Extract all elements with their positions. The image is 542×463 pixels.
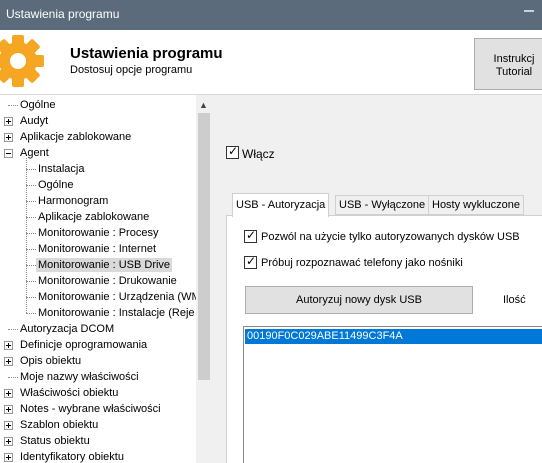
tree-item-label: Właściwości obiektu	[20, 387, 119, 399]
tree-item-label: Instalacja	[38, 163, 85, 175]
tree-connector	[26, 265, 36, 266]
tree-guide-line	[26, 158, 27, 313]
gear-icon	[0, 35, 44, 87]
tree-item-label: Monitorowanie : Internet	[38, 243, 157, 255]
instructions-button[interactable]: Instrukcj Tutorial	[474, 38, 542, 90]
window-titlebar: Ustawienia programu	[0, 0, 542, 30]
minimize-button[interactable]	[524, 10, 534, 12]
tree-item-label: Audyt	[20, 115, 49, 127]
tree-item-label: Notes - wybrane właściwości	[20, 403, 161, 415]
tree-item-label: Aplikacje zablokowane	[20, 131, 132, 143]
expand-icon[interactable]	[4, 421, 13, 430]
enable-checkbox[interactable]	[226, 144, 239, 159]
tree-item-label: Opis obiektu	[20, 355, 82, 367]
tab-usb-disabled[interactable]: USB - Wyłączone	[335, 195, 430, 215]
page-title: Ustawienia programu	[70, 45, 223, 62]
tree-connector	[26, 233, 36, 234]
tree-item-label: Agent	[20, 147, 49, 159]
tree-connector	[8, 329, 18, 330]
header: Ustawienia programu Dostosuj opcje progr…	[0, 30, 542, 94]
page-subtitle: Dostosuj opcje programu	[70, 64, 193, 76]
tree-item-label: Harmonogram	[38, 195, 109, 207]
tree-connector	[26, 313, 36, 314]
tree-item-label: Aplikacje zablokowane	[38, 211, 150, 223]
authorized-disks-list[interactable]: 00190F0C029ABE11499C3F4A	[243, 326, 542, 463]
expand-icon[interactable]	[4, 437, 13, 446]
tree-connector	[8, 377, 18, 378]
tree-connector	[26, 217, 36, 218]
instructions-label-line2: Tutorial	[495, 66, 533, 78]
expand-icon[interactable]	[4, 133, 13, 142]
tree-item-label: Ogólne	[38, 179, 74, 191]
expand-icon[interactable]	[4, 341, 13, 350]
authorize-usb-button[interactable]: Autoryzuj nowy dysk USB	[245, 286, 473, 314]
expand-icon[interactable]	[4, 389, 13, 398]
count-label: Ilość	[503, 294, 526, 306]
authorized-only-checkbox[interactable]	[244, 228, 257, 243]
tree-connector	[26, 297, 36, 298]
tree-item-label: Monitorowanie : USB Drive	[36, 258, 173, 272]
tree-item-label: Definicje oprogramowania	[20, 339, 148, 351]
expand-icon[interactable]	[4, 453, 13, 462]
expand-icon[interactable]	[4, 405, 13, 414]
enable-label: Włącz	[242, 147, 275, 161]
expand-icon[interactable]	[4, 117, 13, 126]
tree-item-label: Monitorowanie : Drukowanie	[38, 275, 177, 287]
authorized-only-label: Pozwól na użycie tylko autoryzowanych dy…	[261, 231, 520, 243]
instructions-label-line1: Instrukcj	[493, 53, 535, 65]
tree-scrollbar[interactable]: ▲	[196, 95, 212, 463]
tree-item-label: Identyfikatory obiektu	[20, 451, 124, 463]
scrollbar-thumb[interactable]	[198, 113, 210, 380]
tree-item-label: Szablon obiektu	[20, 419, 99, 431]
list-item[interactable]: 00190F0C029ABE11499C3F4A	[245, 329, 542, 344]
tree-item-label: Autoryzacja DCOM	[20, 323, 115, 335]
tree-item-label: Monitorowanie : Procesy	[38, 227, 159, 239]
tree-connector	[26, 281, 36, 282]
scroll-up-icon[interactable]: ▲	[199, 100, 208, 110]
collapse-icon[interactable]	[4, 149, 13, 158]
settings-tree[interactable]: Ogólne Audyt Aplikacje zablokowane Agent Ins…	[0, 95, 196, 463]
tab-excluded-hosts[interactable]: Hosty wykluczone	[428, 195, 525, 215]
tree-item-label: Status obiektu	[20, 435, 90, 447]
tree-item-label: Ogólne	[20, 99, 56, 111]
tree-item-label: Moje nazwy właściwości	[20, 371, 139, 383]
settings-content: Włącz USB - Autoryzacja USB - Wyłączone …	[212, 95, 542, 463]
usb-authorization-panel: Pozwól na użycie tylko autoryzowanych dy…	[226, 215, 542, 463]
tab-usb-authorization[interactable]: USB - Autoryzacja	[232, 193, 330, 217]
phones-as-media-label: Próbuj rozpoznawać telefony jako nośniki	[261, 257, 463, 269]
window-title: Ustawienia programu	[6, 7, 120, 21]
tree-connector	[26, 201, 36, 202]
expand-icon[interactable]	[4, 357, 13, 366]
tree-connector	[8, 105, 18, 106]
tree-connector	[26, 249, 36, 250]
phones-as-media-checkbox[interactable]	[244, 254, 257, 269]
tree-connector	[26, 185, 36, 186]
tree-connector	[26, 169, 36, 170]
tree-item-label: Monitorowanie : Instalacje (Reje	[38, 307, 195, 319]
tree-item-label: Monitorowanie : Urządzenia (WM	[38, 291, 196, 303]
